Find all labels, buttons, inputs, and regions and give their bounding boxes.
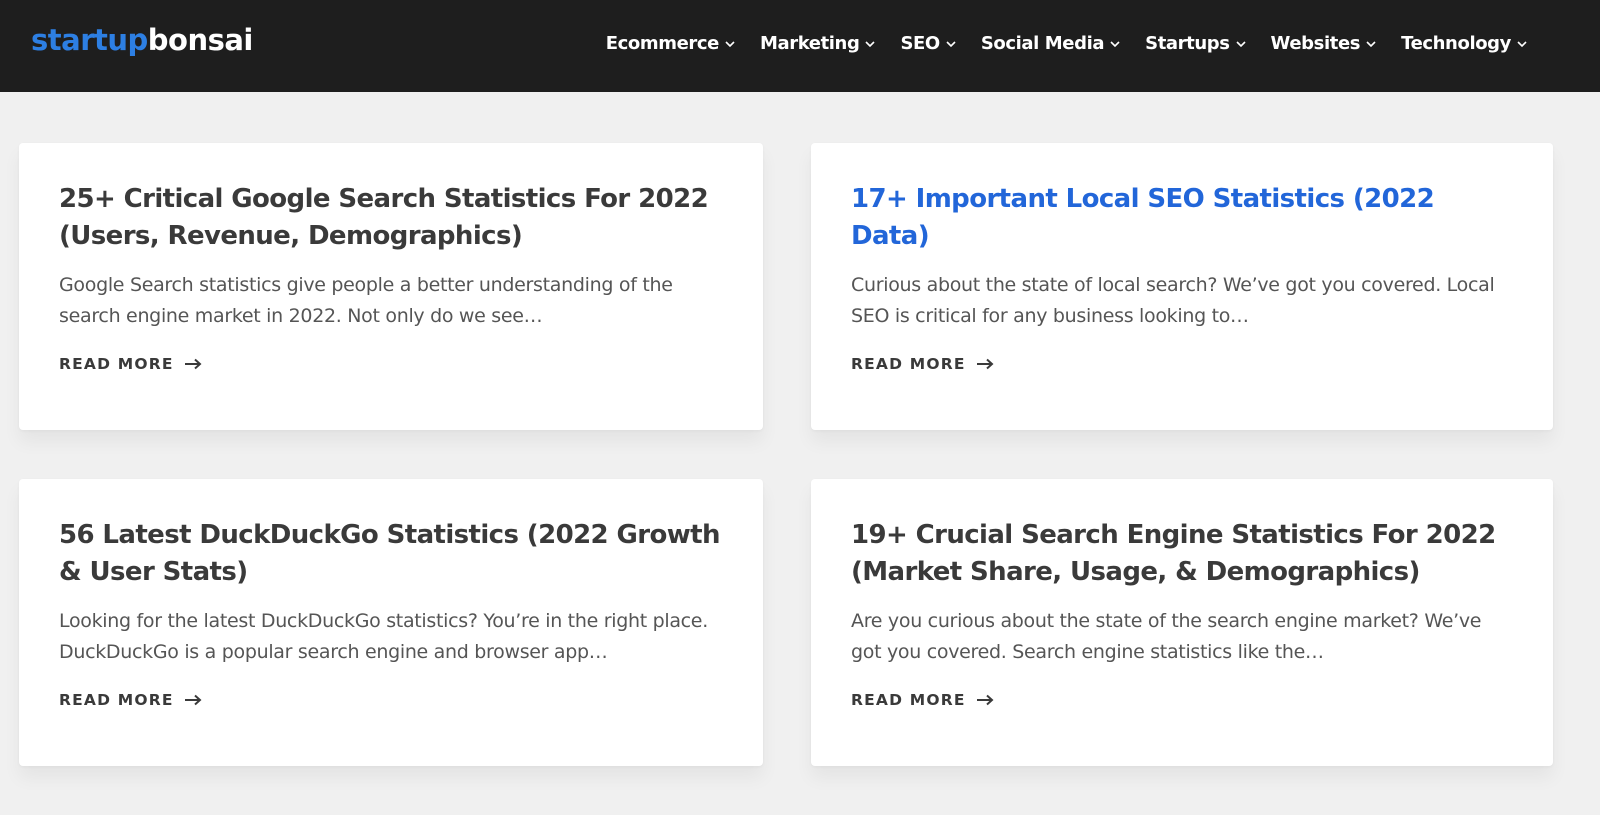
site-logo[interactable]: startupbonsai — [31, 22, 253, 58]
nav-item-websites[interactable]: Websites — [1259, 30, 1390, 58]
chevron-down-icon — [864, 38, 876, 50]
logo-text-startup: startup — [31, 23, 148, 57]
read-more-label: READ MORE — [59, 691, 174, 709]
main-nav: Ecommerce Marketing SEO Social Media Sta… — [594, 30, 1540, 58]
read-more-label: READ MORE — [851, 691, 966, 709]
read-more-link[interactable]: READ MORE — [59, 690, 202, 710]
nav-item-label: SEO — [900, 33, 940, 54]
post-card: 17+ Important Local SEO Statistics (2022… — [811, 143, 1553, 430]
read-more-link[interactable]: READ MORE — [851, 690, 994, 710]
nav-item-social-media[interactable]: Social Media — [969, 30, 1133, 58]
arrow-right-icon — [976, 358, 994, 370]
nav-item-label: Ecommerce — [605, 33, 720, 54]
nav-item-marketing[interactable]: Marketing — [748, 30, 889, 58]
post-excerpt: Looking for the latest DuckDuckGo statis… — [59, 610, 708, 663]
nav-item-seo[interactable]: SEO — [888, 30, 968, 58]
chevron-down-icon — [1365, 38, 1377, 50]
logo-text-bonsai: bonsai — [147, 23, 254, 57]
arrow-right-icon — [976, 694, 994, 706]
post-title-link[interactable]: 19+ Crucial Search Engine Statistics For… — [851, 517, 1513, 591]
post-card: 19+ Crucial Search Engine Statistics For… — [811, 479, 1553, 766]
nav-item-startups[interactable]: Startups — [1133, 30, 1258, 58]
read-more-link[interactable]: READ MORE — [851, 354, 994, 374]
post-excerpt: Curious about the state of local search?… — [851, 274, 1495, 327]
nav-item-label: Startups — [1145, 33, 1230, 54]
read-more-label: READ MORE — [851, 355, 966, 373]
nav-item-label: Marketing — [759, 33, 860, 54]
nav-item-technology[interactable]: Technology — [1389, 30, 1540, 58]
nav-item-ecommerce[interactable]: Ecommerce — [594, 30, 748, 58]
nav-item-label: Websites — [1270, 33, 1361, 54]
chevron-down-icon — [1109, 38, 1121, 50]
post-card: 25+ Critical Google Search Statistics Fo… — [19, 143, 763, 430]
chevron-down-icon — [1516, 38, 1528, 50]
post-title-link[interactable]: 17+ Important Local SEO Statistics (2022… — [851, 181, 1513, 255]
nav-item-label: Social Media — [980, 33, 1105, 54]
chevron-down-icon — [724, 38, 736, 50]
arrow-right-icon — [184, 358, 202, 370]
post-excerpt: Are you curious about the state of the s… — [851, 610, 1482, 663]
post-excerpt: Google Search statistics give people a b… — [59, 274, 673, 327]
post-title-link[interactable]: 25+ Critical Google Search Statistics Fo… — [59, 181, 723, 255]
chevron-down-icon — [1235, 38, 1247, 50]
read-more-label: READ MORE — [59, 355, 174, 373]
post-title-link[interactable]: 56 Latest DuckDuckGo Statistics (2022 Gr… — [59, 517, 723, 591]
nav-item-label: Technology — [1401, 33, 1511, 54]
post-card: 56 Latest DuckDuckGo Statistics (2022 Gr… — [19, 479, 763, 766]
chevron-down-icon — [945, 38, 957, 50]
site-header: startupbonsai Ecommerce Marketing SEO So… — [0, 0, 1600, 92]
arrow-right-icon — [184, 694, 202, 706]
read-more-link[interactable]: READ MORE — [59, 354, 202, 374]
